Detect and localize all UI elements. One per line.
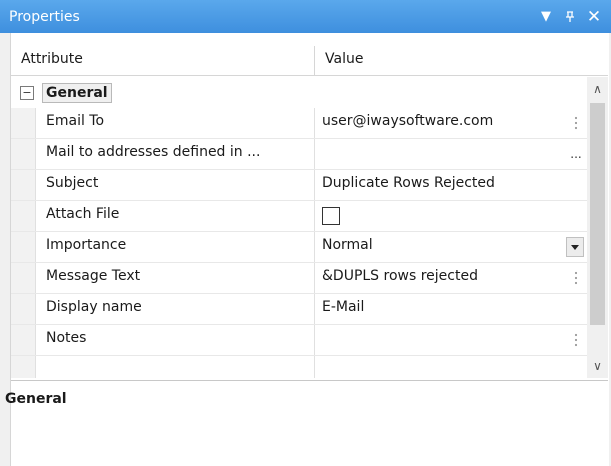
- property-name[interactable]: Importance: [36, 232, 315, 262]
- description-title: General: [5, 391, 67, 407]
- attach-file-checkbox[interactable]: [322, 207, 340, 225]
- pin-icon[interactable]: [559, 6, 581, 28]
- row-margin: [11, 232, 36, 262]
- scroll-thumb[interactable]: [590, 103, 605, 325]
- scroll-down-icon[interactable]: ∨: [587, 354, 608, 378]
- property-value-cell[interactable]: user@iwaysoftware.com: [315, 108, 587, 138]
- vertical-scrollbar[interactable]: ∧ ∨: [587, 77, 608, 378]
- property-value-cell[interactable]: Normal: [315, 232, 587, 262]
- browse-ellipsis-button[interactable]: ...: [565, 142, 587, 166]
- property-name[interactable]: Attach File: [36, 201, 315, 231]
- attribute-column-header[interactable]: Attribute: [11, 46, 315, 75]
- property-value-cell[interactable]: [315, 201, 587, 231]
- close-icon[interactable]: ✕: [583, 6, 605, 28]
- row-margin: [11, 139, 36, 169]
- window-menu-dropdown-icon[interactable]: ▼: [535, 6, 557, 28]
- properties-title-bar: Properties ▼ ✕: [0, 0, 611, 33]
- property-value-cell[interactable]: &DUPLS rows rejected: [315, 263, 587, 293]
- property-value[interactable]: Duplicate Rows Rejected: [322, 175, 495, 191]
- property-row[interactable]: Attach File: [11, 201, 587, 232]
- row-margin: [11, 263, 36, 293]
- dropdown-arrow-icon[interactable]: [566, 237, 584, 257]
- property-row[interactable]: Subject Duplicate Rows Rejected: [11, 170, 587, 201]
- window-title: Properties: [9, 8, 80, 25]
- property-name[interactable]: Email To: [36, 108, 315, 138]
- property-row[interactable]: Importance Normal: [11, 232, 587, 263]
- row-margin: [11, 356, 36, 378]
- property-row[interactable]: Mail to addresses defined in ......: [11, 139, 587, 170]
- property-name[interactable]: Display name: [36, 294, 315, 324]
- row-margin: [11, 294, 36, 324]
- property-row[interactable]: Notes: [11, 325, 587, 356]
- property-value-cell[interactable]: ...: [315, 139, 587, 169]
- empty-row: [11, 356, 587, 378]
- row-margin: [11, 325, 36, 355]
- property-row[interactable]: Message Text &DUPLS rows rejected: [11, 263, 587, 294]
- property-row[interactable]: Display name E-Mail: [11, 294, 587, 325]
- row-margin: [11, 201, 36, 231]
- group-label[interactable]: General: [42, 82, 112, 103]
- more-options-icon[interactable]: [565, 111, 587, 135]
- property-value-cell[interactable]: Duplicate Rows Rejected: [315, 170, 587, 200]
- property-value[interactable]: E-Mail: [322, 299, 364, 315]
- property-grid: − General Email To user@iwaysoftware.com M…: [11, 77, 587, 378]
- description-panel: General: [5, 380, 608, 466]
- property-value[interactable]: &DUPLS rows rejected: [322, 268, 478, 284]
- row-margin: [11, 170, 36, 200]
- scroll-up-icon[interactable]: ∧: [587, 77, 608, 101]
- group-row-general[interactable]: − General: [11, 77, 587, 108]
- property-value[interactable]: user@iwaysoftware.com: [322, 113, 493, 129]
- property-name[interactable]: Subject: [36, 170, 315, 200]
- property-value-cell[interactable]: [315, 325, 587, 355]
- property-row[interactable]: Email To user@iwaysoftware.com: [11, 108, 587, 139]
- grid-header: Attribute Value: [11, 46, 608, 76]
- value-column-header[interactable]: Value: [315, 46, 608, 75]
- more-options-icon[interactable]: [565, 266, 587, 290]
- more-options-icon[interactable]: [565, 328, 587, 352]
- collapse-icon[interactable]: −: [20, 85, 34, 100]
- empty-attribute-cell: [36, 356, 315, 378]
- row-margin: [11, 108, 36, 138]
- property-name[interactable]: Message Text: [36, 263, 315, 293]
- property-value[interactable]: Normal: [322, 237, 373, 253]
- property-name[interactable]: Notes: [36, 325, 315, 355]
- property-name[interactable]: Mail to addresses defined in ...: [36, 139, 315, 169]
- property-value-cell[interactable]: E-Mail: [315, 294, 587, 324]
